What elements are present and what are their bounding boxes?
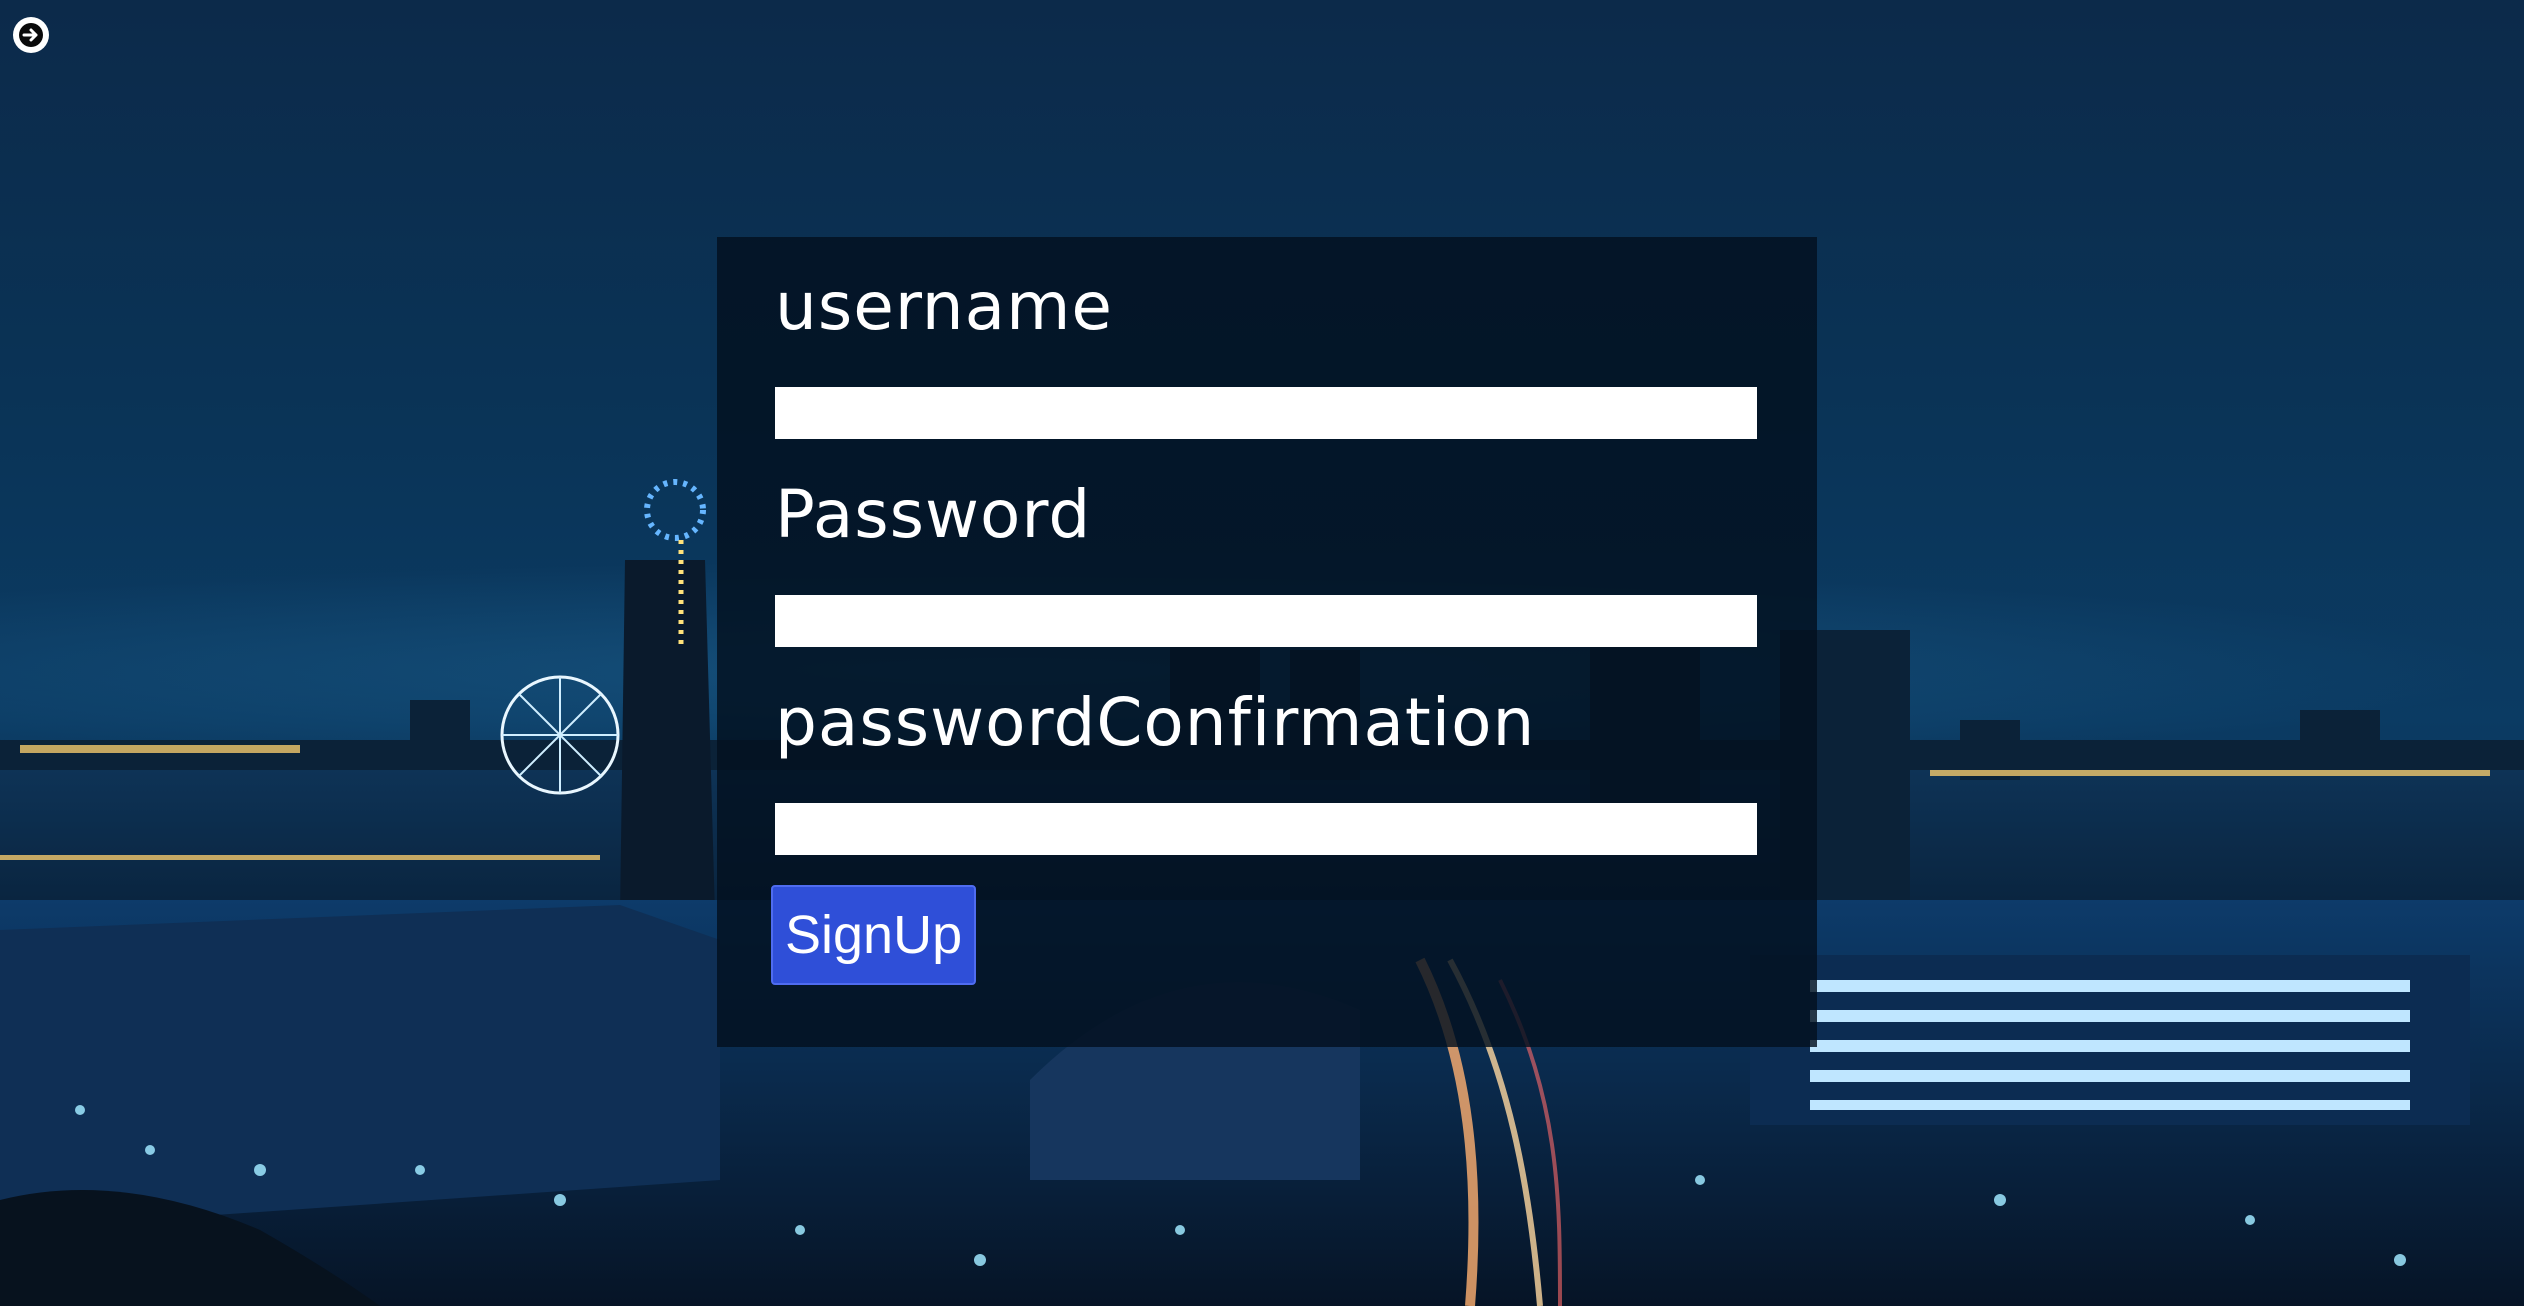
arrow-right-circle-icon: [19, 23, 43, 47]
username-input[interactable]: [775, 387, 1757, 439]
password-input[interactable]: [775, 595, 1757, 647]
back-button[interactable]: [13, 17, 49, 53]
username-label: username: [775, 268, 1113, 345]
signup-button[interactable]: SignUp: [771, 885, 977, 985]
password-confirmation-input[interactable]: [775, 803, 1757, 855]
password-label: Password: [775, 476, 1092, 553]
background-scene: username Password passwordConfirmation S…: [0, 0, 2524, 1306]
password-confirmation-label: passwordConfirmation: [775, 684, 1536, 761]
signup-form: username Password passwordConfirmation S…: [717, 237, 1817, 1047]
